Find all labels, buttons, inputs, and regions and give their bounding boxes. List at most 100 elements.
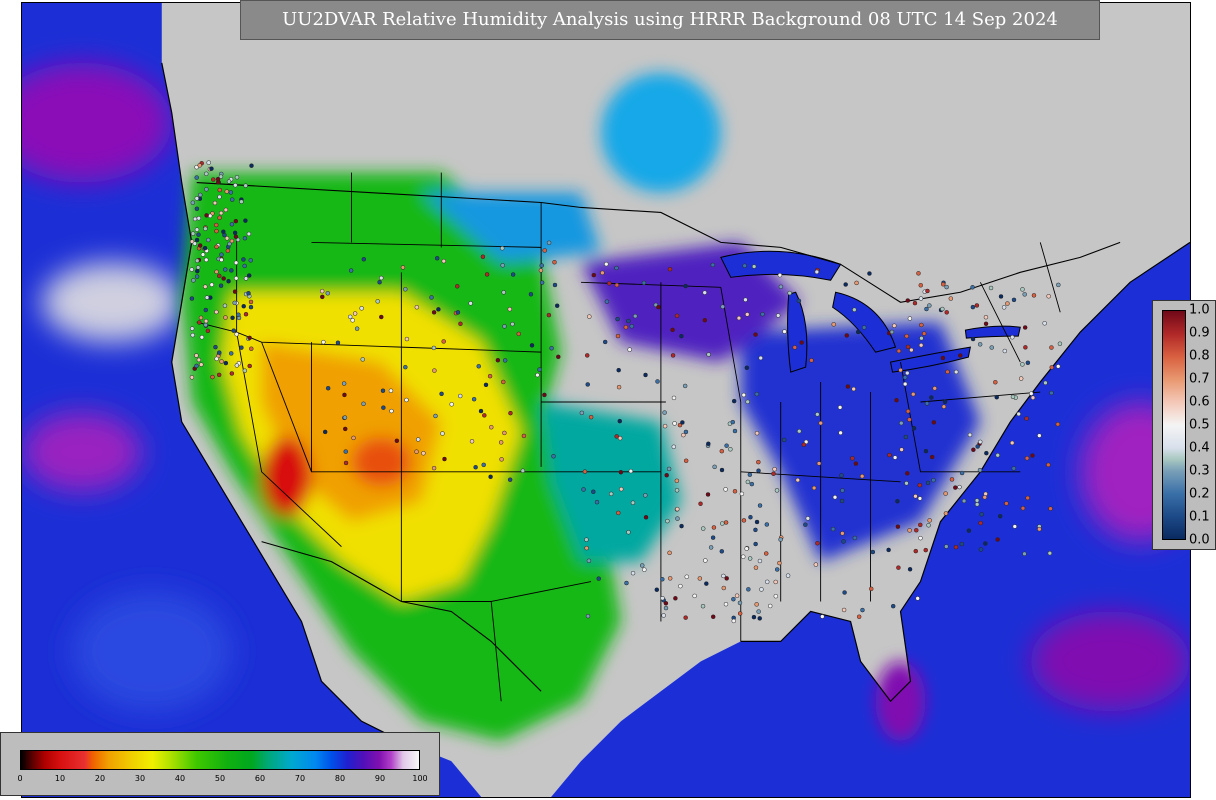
station-marker (500, 246, 505, 251)
station-marker (441, 339, 446, 344)
rh-tick-label: 60 (254, 774, 266, 783)
station-marker (247, 335, 252, 341)
station-marker (971, 447, 976, 453)
station-marker (429, 295, 434, 300)
station-marker (551, 454, 556, 459)
station-marker (720, 304, 725, 309)
station-marker (458, 393, 463, 399)
station-marker (977, 342, 983, 347)
obs-tick-label: 0.1 (1189, 509, 1210, 525)
station-marker (749, 481, 755, 487)
station-marker (219, 257, 224, 263)
station-marker (194, 353, 199, 358)
station-marker (744, 365, 750, 371)
station-marker (581, 487, 586, 492)
station-marker (473, 464, 478, 470)
station-marker (249, 163, 254, 168)
station-marker (404, 336, 410, 342)
station-marker (662, 423, 668, 429)
station-marker (811, 485, 817, 491)
station-marker (535, 372, 540, 378)
station-marker (940, 355, 946, 361)
station-marker (944, 544, 949, 549)
station-marker (343, 426, 348, 432)
station-marker (1042, 321, 1047, 326)
station-marker (431, 465, 437, 471)
station-marker (941, 404, 947, 409)
station-marker (1025, 360, 1031, 366)
station-marker (728, 447, 733, 452)
station-marker (222, 303, 228, 308)
station-marker (799, 340, 804, 345)
station-marker (204, 171, 209, 177)
station-marker (983, 541, 988, 546)
obs-tick-label: 0.9 (1189, 325, 1210, 341)
station-marker (721, 573, 726, 579)
station-marker (907, 417, 912, 422)
station-marker (234, 175, 240, 180)
station-marker (665, 518, 670, 524)
station-marker (796, 298, 802, 304)
station-marker (431, 310, 437, 315)
station-marker (196, 216, 202, 221)
station-marker (241, 303, 246, 309)
station-marker (757, 558, 763, 564)
station-marker (233, 276, 239, 281)
station-marker (433, 413, 438, 419)
station-marker (853, 461, 859, 466)
rh-tick-label: 80 (334, 774, 346, 783)
station-marker (1056, 282, 1061, 288)
station-marker (507, 306, 513, 312)
station-marker (209, 166, 214, 171)
station-marker (892, 455, 898, 460)
station-marker (224, 236, 230, 241)
station-marker (977, 467, 983, 473)
station-marker (389, 408, 394, 414)
station-marker (1022, 292, 1027, 297)
station-marker (909, 347, 914, 353)
rh-tick-label: 40 (174, 774, 186, 783)
station-marker (674, 488, 680, 493)
station-marker (614, 282, 620, 288)
station-marker (229, 221, 235, 227)
station-marker (912, 300, 918, 306)
station-marker (352, 311, 358, 316)
station-marker (487, 373, 493, 379)
station-marker (754, 602, 759, 607)
station-marker (734, 593, 740, 598)
station-marker (604, 299, 610, 304)
station-marker (234, 332, 239, 337)
station-marker (719, 467, 725, 473)
station-marker (732, 428, 738, 434)
station-marker (747, 556, 753, 561)
station-marker (484, 272, 490, 277)
station-marker (671, 444, 677, 450)
station-marker (241, 257, 246, 262)
station-marker (672, 421, 677, 426)
station-marker (916, 271, 921, 276)
station-marker (1018, 376, 1024, 381)
station-marker (815, 540, 820, 546)
station-marker (919, 336, 924, 341)
station-marker (442, 456, 447, 462)
station-marker (660, 595, 665, 601)
rh-colorbar-legend: 0 10 20 30 40 50 60 70 80 90 100 (0, 732, 440, 796)
station-marker (911, 425, 917, 431)
station-marker (753, 541, 758, 547)
station-marker (852, 535, 858, 541)
station-marker (198, 315, 204, 321)
station-marker (455, 284, 460, 289)
station-marker (820, 614, 825, 619)
station-marker (737, 611, 743, 616)
station-marker (342, 415, 348, 420)
station-marker (231, 328, 236, 333)
station-marker (616, 510, 621, 516)
station-marker (219, 359, 224, 364)
station-marker (730, 419, 736, 425)
station-marker (600, 270, 605, 276)
station-marker (643, 515, 649, 520)
station-marker (839, 473, 844, 478)
station-marker (455, 310, 461, 315)
station-marker (918, 296, 924, 301)
obs-tick-label: 0.7 (1189, 371, 1210, 387)
